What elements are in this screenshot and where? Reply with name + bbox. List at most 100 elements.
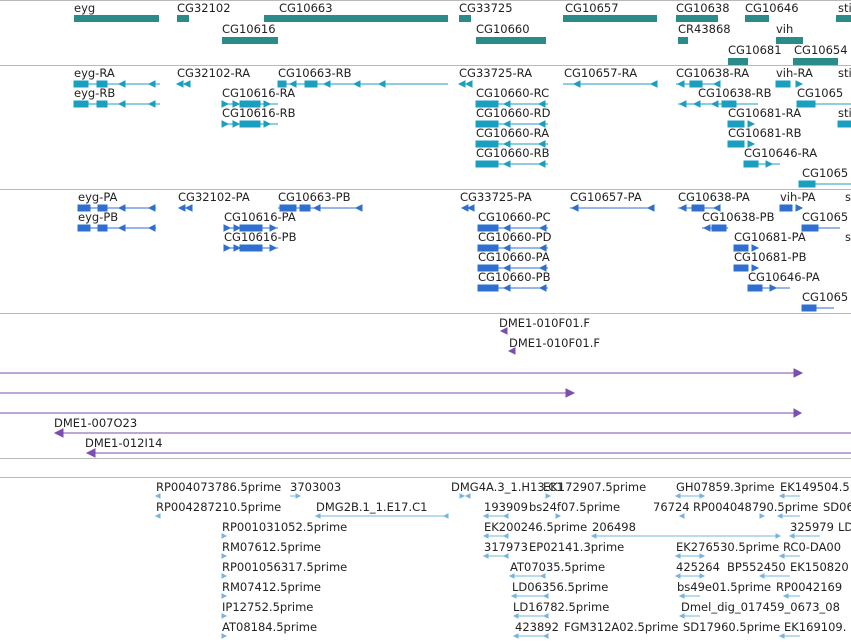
transcript-label[interactable]: vih-RA <box>776 67 813 80</box>
protein-label[interactable]: CG10660-PC <box>478 211 551 224</box>
est-label[interactable]: 423892 <box>515 621 559 634</box>
gene-label[interactable]: CG10657 <box>565 2 619 15</box>
est-label[interactable]: bs24f07.5prime <box>529 501 620 514</box>
protein-label[interactable]: eyg-PA <box>78 191 117 204</box>
transcript-label[interactable]: CG10616-RB <box>222 107 296 120</box>
transcript-label[interactable]: sti <box>838 67 851 80</box>
transcript-label[interactable]: sti <box>838 107 851 120</box>
protein-label[interactable]: s <box>845 191 851 204</box>
transcript-label[interactable]: CG1065 <box>797 87 843 100</box>
est-label[interactable]: IP12752.5prime <box>222 601 313 614</box>
est-label[interactable]: AT07035.5prime <box>510 561 605 574</box>
est-label[interactable]: 325979 <box>790 521 834 534</box>
clone-label[interactable]: DME1-007O23 <box>54 417 137 430</box>
gene-label[interactable]: CG10660 <box>476 23 530 36</box>
gene-label[interactable]: CG10663 <box>279 2 333 15</box>
est-label[interactable]: EK276530.5prime <box>676 541 779 554</box>
protein-label[interactable]: CG1065 <box>802 291 848 304</box>
protein-label[interactable]: CG10638-PB <box>702 211 775 224</box>
est-label[interactable]: RM07412.5prime <box>222 581 321 594</box>
est-label[interactable]: RP001031052.5prime <box>222 521 347 534</box>
est-label[interactable]: EK200246.5prime <box>484 521 587 534</box>
protein-label[interactable]: CG10681-PA <box>734 231 806 244</box>
est-label[interactable]: 76724 <box>653 501 690 514</box>
est-label[interactable]: bs49e01.5prime <box>677 581 771 594</box>
est-label[interactable]: RP0042169 <box>776 581 842 594</box>
est-label[interactable]: EK149504.5 <box>780 481 850 494</box>
transcript-label[interactable]: CG10638-RA <box>676 67 749 80</box>
est-label[interactable]: SD06 <box>823 501 851 514</box>
est-label[interactable]: EK172907.5prime <box>543 481 646 494</box>
transcript-label[interactable]: eyg-RA <box>74 67 115 80</box>
clone-label[interactable]: DME1-010F01.F <box>499 317 590 330</box>
gene-label[interactable]: CG10616 <box>222 23 276 36</box>
gene-label[interactable]: CG10654 <box>794 44 848 57</box>
est-label[interactable]: 193909 <box>484 501 528 514</box>
est-label[interactable]: RP004048790.5prime <box>693 501 818 514</box>
transcript-label[interactable]: CG33725-RA <box>459 67 532 80</box>
clone-label[interactable]: DME1-012I14 <box>85 437 163 450</box>
est-label[interactable]: EK169109. <box>784 621 846 634</box>
transcript-label[interactable]: CG10657-RA <box>564 67 637 80</box>
protein-label[interactable]: CG10660-PA <box>478 251 550 264</box>
gene-label[interactable]: CR43868 <box>678 23 731 36</box>
protein-label[interactable]: CG1065 <box>802 211 848 224</box>
est-label[interactable]: EP02141.3prime <box>529 541 624 554</box>
gene-label[interactable]: sti <box>838 2 851 15</box>
est-label[interactable]: 3703003 <box>290 481 341 494</box>
est-label[interactable]: GH07859.3prime <box>676 481 775 494</box>
transcript-label[interactable]: CG10660-RA <box>476 127 549 140</box>
protein-label[interactable]: CG10646-PA <box>748 271 820 284</box>
est-label[interactable]: BP552450 <box>727 561 786 574</box>
est-label[interactable]: LD <box>838 521 851 534</box>
protein-label[interactable]: CG10681-PB <box>734 251 807 264</box>
est-label[interactable]: DMG2B.1_1.E17.C1 <box>316 501 428 514</box>
gene-label[interactable]: CG10646 <box>745 2 799 15</box>
protein-label[interactable]: CG10657-PA <box>570 191 642 204</box>
protein-label[interactable]: CG10638-PA <box>678 191 750 204</box>
transcript-label[interactable]: CG10663-RB <box>278 67 352 80</box>
gene-label[interactable]: CG10638 <box>676 2 730 15</box>
est-label[interactable]: FGM312A02.5prime <box>564 621 678 634</box>
protein-label[interactable]: CG33725-PA <box>460 191 532 204</box>
protein-label[interactable]: CG10616-PB <box>224 231 297 244</box>
gene-label[interactable]: CG32102 <box>177 2 231 15</box>
protein-label[interactable]: vih-PA <box>780 191 816 204</box>
gene-label[interactable]: vih <box>776 23 793 36</box>
transcript-label[interactable]: CG10660-RC <box>476 87 549 100</box>
est-label[interactable]: RP001056317.5prime <box>222 561 347 574</box>
transcript-label[interactable]: CG10616-RA <box>222 87 295 100</box>
protein-label[interactable]: eyg-PB <box>78 211 118 224</box>
gene-label[interactable]: CG33725 <box>459 2 513 15</box>
est-label[interactable]: AT08184.5prime <box>222 621 317 634</box>
protein-label[interactable]: CG32102-PA <box>178 191 250 204</box>
protein-label[interactable]: s <box>845 231 851 244</box>
transcript-label[interactable]: eyg-RB <box>74 87 115 100</box>
est-label[interactable]: LD06356.5prime <box>512 581 608 594</box>
est-label[interactable]: 206498 <box>592 521 636 534</box>
transcript-label[interactable]: CG1065 <box>802 167 848 180</box>
protein-label[interactable]: CG10616-PA <box>224 211 296 224</box>
transcript-label[interactable]: CG32102-RA <box>177 67 250 80</box>
transcript-label[interactable]: CG10681-RB <box>728 127 802 140</box>
est-label[interactable]: LD16782.5prime <box>513 601 609 614</box>
est-label[interactable]: RC0-DA00 <box>783 541 841 554</box>
clone-label[interactable]: DME1-010F01.F <box>509 337 600 350</box>
transcript-label[interactable]: CG10638-RB <box>698 87 772 100</box>
est-label[interactable]: Dmel_dig_017459_0673_08 <box>681 601 840 614</box>
est-label[interactable]: SD17960.5prime <box>683 621 780 634</box>
gene-label[interactable]: CG10681 <box>728 44 782 57</box>
transcript-label[interactable]: CG10660-RB <box>476 147 550 160</box>
est-label[interactable]: RP004073786.5prime <box>156 481 281 494</box>
transcript-label[interactable]: CG10681-RA <box>728 107 801 120</box>
transcript-label[interactable]: CG10660-RD <box>476 107 551 120</box>
gene-label[interactable]: eyg <box>74 2 95 15</box>
protein-label[interactable]: CG10660-PD <box>478 231 551 244</box>
est-label[interactable]: 425264 <box>676 561 720 574</box>
est-label[interactable]: EK150820 <box>790 561 849 574</box>
transcript-label[interactable]: CG10646-RA <box>744 147 817 160</box>
est-label[interactable]: RM07612.5prime <box>222 541 321 554</box>
protein-label[interactable]: CG10660-PB <box>478 271 551 284</box>
est-label[interactable]: RP004287210.5prime <box>156 501 281 514</box>
protein-label[interactable]: CG10663-PB <box>278 191 351 204</box>
